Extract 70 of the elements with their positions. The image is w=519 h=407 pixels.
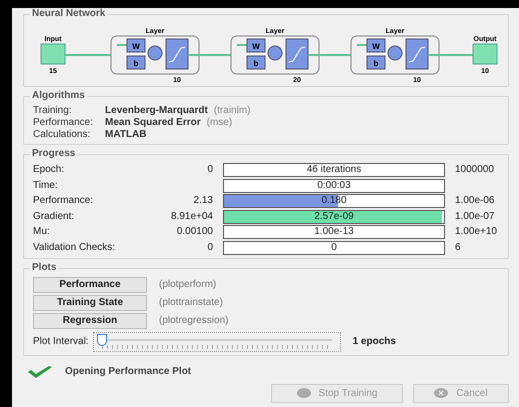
weight-block — [366, 38, 386, 52]
function-name: (plottrainstate) — [159, 297, 223, 308]
end-value: 1000000 — [455, 164, 495, 176]
panel-title: Plots — [30, 262, 58, 272]
function-name: (plotregression) — [159, 315, 228, 326]
field-label: Mu: — [33, 226, 51, 238]
plot-button[interactable]: Performance — [33, 276, 147, 292]
end-value: 6 — [455, 242, 462, 254]
sum-node — [148, 46, 162, 60]
transfer-block — [286, 38, 308, 70]
weight-block — [126, 38, 146, 52]
function-name: (mse) — [206, 117, 232, 128]
field-label: Performance: — [33, 195, 94, 207]
connector-line — [65, 54, 111, 56]
weight-label: W — [372, 42, 380, 51]
input-node — [40, 44, 66, 64]
field-value: MATLAB — [105, 129, 147, 140]
field-label: Gradient: — [33, 210, 76, 222]
slider-thumb[interactable] — [96, 334, 107, 346]
function-name: (plotperform) — [159, 279, 216, 290]
weight-label: W — [132, 42, 140, 51]
output-node — [472, 44, 498, 64]
start-value: 2.13 — [192, 195, 213, 207]
field-label: Calculations: — [33, 129, 92, 141]
plot-button[interactable]: Regression — [33, 312, 147, 328]
interval-reading: 1 epochs — [352, 336, 396, 347]
field-label: Training: — [33, 105, 73, 117]
panel-title: Neural Network — [30, 8, 108, 19]
end-value: 1.00e+10 — [455, 226, 498, 238]
bias-block — [246, 56, 266, 70]
end-value: 1.00e-06 — [455, 195, 496, 207]
weight-label: W — [252, 42, 260, 51]
bias-block — [126, 56, 146, 70]
transfer-block — [406, 38, 428, 70]
sum-node — [388, 46, 402, 60]
connector-line — [188, 54, 231, 56]
stop-icon — [296, 388, 311, 398]
connector-line — [428, 54, 473, 56]
panel-title: Progress — [30, 148, 78, 159]
start-value: 0 — [206, 242, 213, 254]
bias-label: b — [254, 59, 258, 68]
sigmoid-icon — [288, 46, 306, 62]
interval-slider[interactable] — [92, 332, 341, 352]
function-name: (trainlm) — [214, 105, 250, 116]
sigmoid-icon — [408, 46, 426, 62]
end-value: 1.00e-07 — [455, 210, 496, 222]
field-value: Mean Squared Error — [105, 117, 201, 128]
panel-title: Algorithms — [30, 90, 87, 101]
field-label: Plot Interval: — [33, 336, 89, 347]
start-value: 0 — [206, 164, 213, 176]
status-message: Opening Performance Plot — [65, 366, 192, 377]
connector-line — [308, 54, 351, 56]
transfer-block — [166, 38, 188, 70]
weight-block — [246, 38, 266, 52]
progress-reading: 2.57e-09 — [314, 210, 354, 222]
start-value: 0.00100 — [176, 226, 213, 238]
field-label: Time: — [33, 180, 59, 192]
bias-block — [366, 56, 386, 70]
sum-node — [268, 46, 282, 60]
plot-button[interactable]: Training State — [33, 294, 147, 310]
cancel-icon — [434, 388, 448, 398]
bias-label: b — [374, 59, 378, 68]
field-label: Epoch: — [33, 164, 66, 176]
checkmark-icon — [27, 364, 53, 378]
field-label: Validation Checks: — [33, 242, 116, 254]
sigmoid-icon — [168, 46, 186, 62]
start-value: 8.91e+04 — [170, 210, 213, 222]
bias-label: b — [134, 59, 138, 68]
field-label: Performance: — [33, 117, 94, 129]
field-value: Levenberg-Marquardt — [105, 105, 208, 116]
